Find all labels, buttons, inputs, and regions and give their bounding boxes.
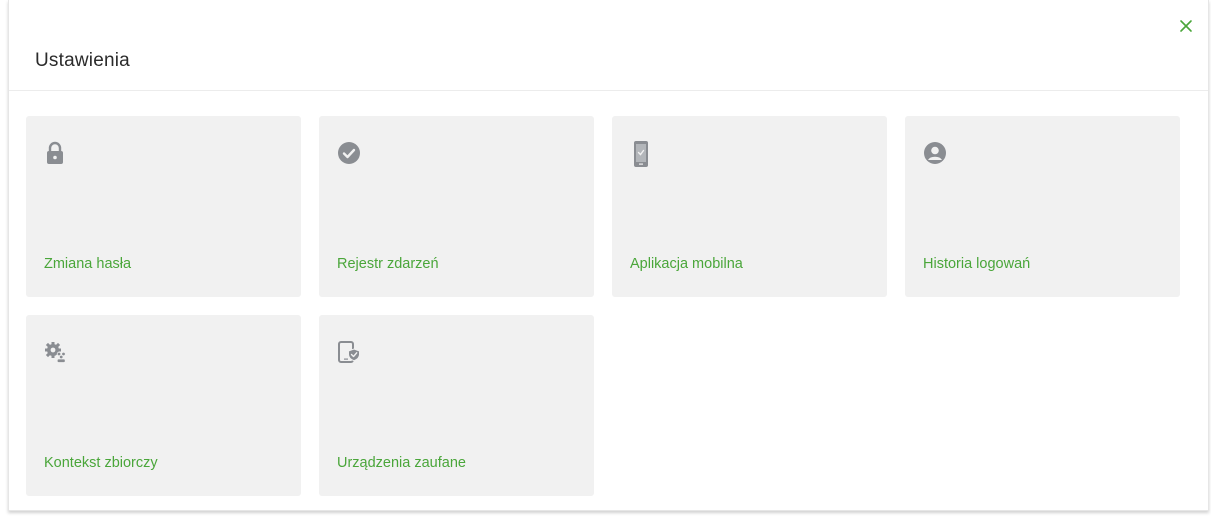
tile-login-history[interactable]: Historia logowań xyxy=(905,116,1180,297)
tile-collective-context[interactable]: Kontekst zbiorczy xyxy=(26,315,301,496)
tile-label: Zmiana hasła xyxy=(44,256,132,272)
gear-users-icon xyxy=(44,340,66,364)
modal-header: Ustawienia xyxy=(9,0,1208,91)
tile-trusted-devices[interactable]: Urządzenia zaufane xyxy=(319,315,594,496)
tile-label: Kontekst zbiorczy xyxy=(44,455,158,471)
lock-icon xyxy=(44,141,66,165)
tile-event-log[interactable]: Rejestr zdarzeń xyxy=(319,116,594,297)
user-circle-icon xyxy=(923,141,946,165)
close-button[interactable] xyxy=(1176,16,1196,36)
tile-label: Rejestr zdarzeń xyxy=(337,256,439,272)
mobile-phone-icon xyxy=(630,141,652,167)
tile-label: Historia logowań xyxy=(923,256,1031,272)
modal-title: Ustawienia xyxy=(35,50,130,71)
check-circle-icon xyxy=(337,141,360,165)
device-shield-icon xyxy=(337,340,360,364)
settings-tiles: Zmiana hasła Rejestr zdarzeń Aplikacja m… xyxy=(26,116,1180,496)
tile-mobile-app[interactable]: Aplikacja mobilna xyxy=(612,116,887,297)
tile-label: Aplikacja mobilna xyxy=(630,256,743,272)
tile-change-password[interactable]: Zmiana hasła xyxy=(26,116,301,297)
tile-label: Urządzenia zaufane xyxy=(337,455,466,471)
close-icon xyxy=(1180,20,1192,32)
